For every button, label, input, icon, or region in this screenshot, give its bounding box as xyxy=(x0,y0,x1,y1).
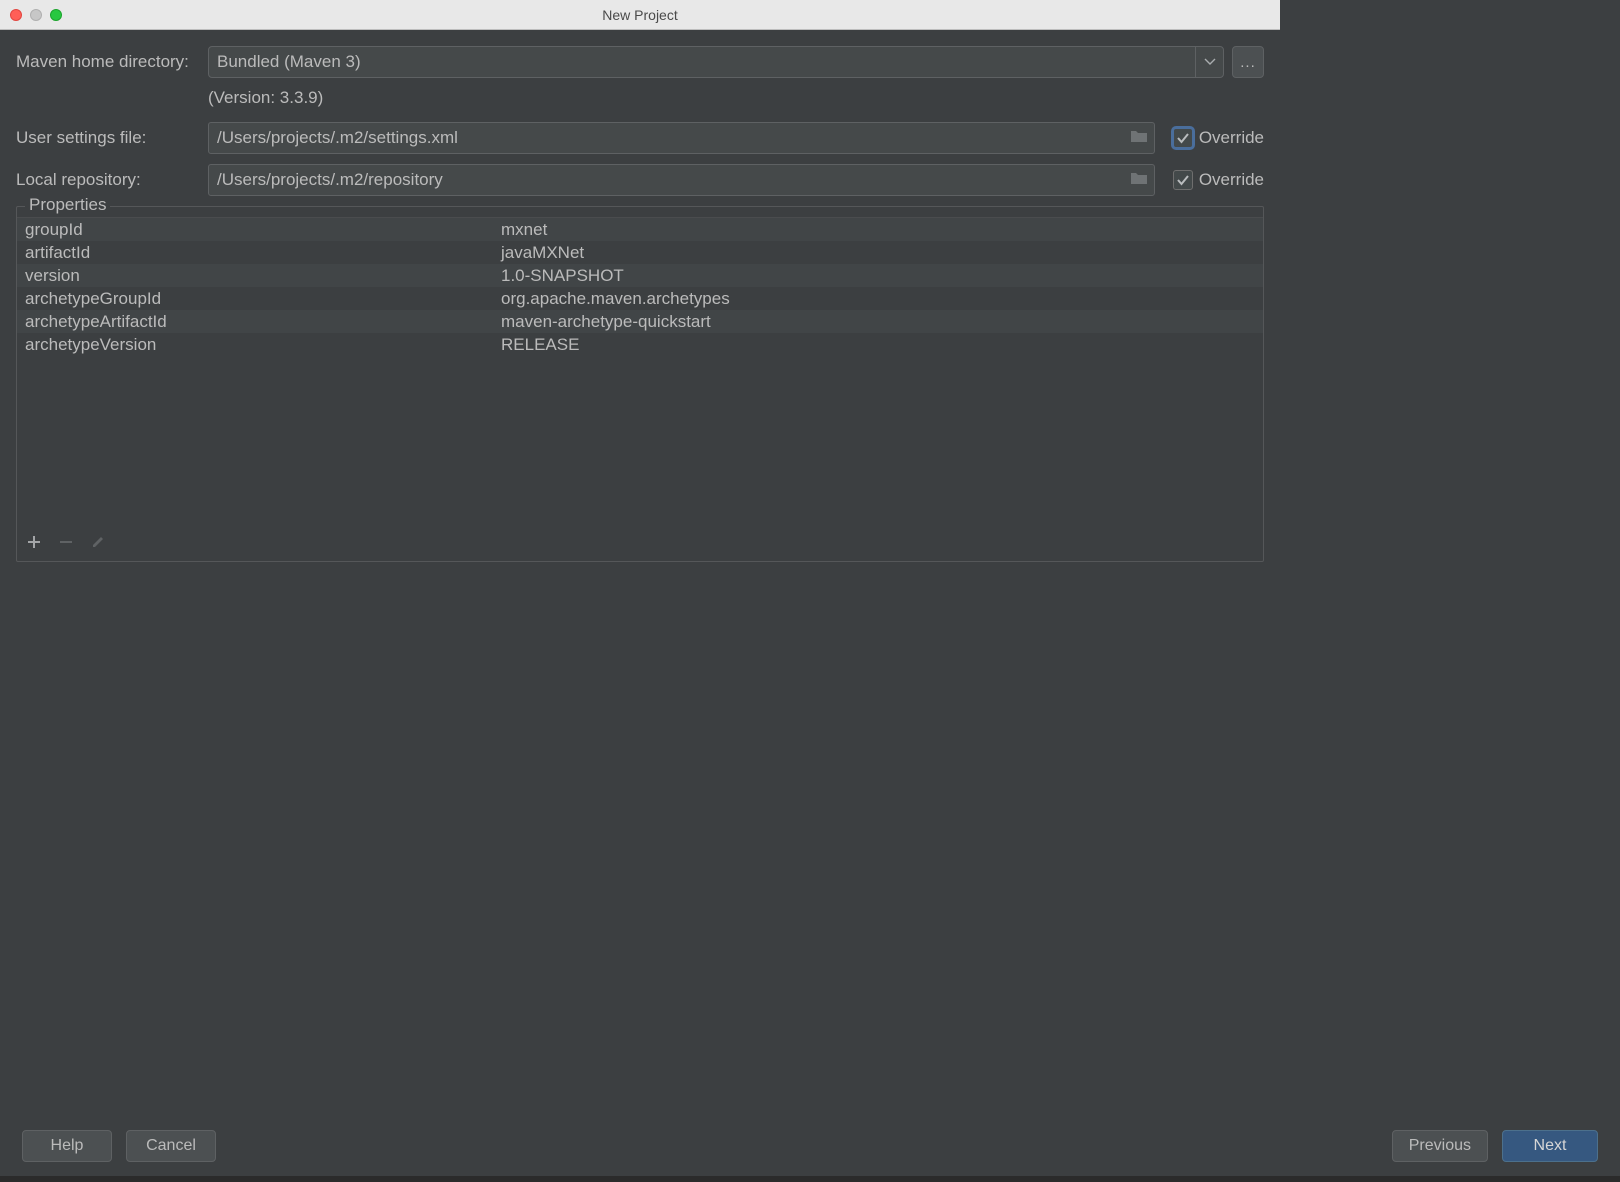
properties-toolbar xyxy=(17,527,1263,561)
bottom-strip xyxy=(0,1176,1620,1182)
local-repo-label: Local repository: xyxy=(16,170,208,190)
properties-group: Properties groupIdmxnetartifactIdjavaMXN… xyxy=(16,206,1264,562)
local-repo-override-label: Override xyxy=(1199,170,1264,190)
content-area: Maven home directory: Bundled (Maven 3) … xyxy=(0,30,1280,562)
properties-table[interactable]: groupIdmxnetartifactIdjavaMXNetversion1.… xyxy=(17,217,1263,527)
table-row[interactable]: archetypeArtifactIdmaven-archetype-quick… xyxy=(17,310,1263,333)
property-key: groupId xyxy=(17,220,497,240)
maven-home-browse-button[interactable]: ... xyxy=(1232,46,1264,78)
local-repo-input[interactable]: /Users/projects/.m2/repository xyxy=(208,164,1155,196)
table-row[interactable]: archetypeVersionRELEASE xyxy=(17,333,1263,356)
user-settings-value: /Users/projects/.m2/settings.xml xyxy=(217,128,458,148)
maven-home-combo[interactable]: Bundled (Maven 3) xyxy=(208,46,1224,78)
folder-icon[interactable] xyxy=(1130,128,1148,148)
property-key: artifactId xyxy=(17,243,497,263)
local-repo-value: /Users/projects/.m2/repository xyxy=(217,170,443,190)
property-value: org.apache.maven.archetypes xyxy=(497,289,1263,309)
properties-legend: Properties xyxy=(25,195,110,215)
add-icon[interactable] xyxy=(27,534,41,554)
property-value: mxnet xyxy=(497,220,1263,240)
property-value: javaMXNet xyxy=(497,243,1263,263)
footer: Help Cancel Previous Next xyxy=(0,1120,1620,1182)
user-settings-label: User settings file: xyxy=(16,128,208,148)
maven-home-row: Maven home directory: Bundled (Maven 3) … xyxy=(16,46,1264,78)
next-button[interactable]: Next xyxy=(1502,1130,1598,1162)
table-row[interactable]: artifactIdjavaMXNet xyxy=(17,241,1263,264)
maven-version-note: (Version: 3.3.9) xyxy=(208,88,1264,108)
folder-icon[interactable] xyxy=(1130,170,1148,190)
user-settings-override-group: Override xyxy=(1173,128,1264,148)
local-repo-override-checkbox[interactable] xyxy=(1173,170,1193,190)
maven-home-value: Bundled (Maven 3) xyxy=(217,52,361,72)
remove-icon[interactable] xyxy=(59,534,73,554)
edit-icon[interactable] xyxy=(91,534,105,554)
user-settings-override-label: Override xyxy=(1199,128,1264,148)
local-repo-row: Local repository: /Users/projects/.m2/re… xyxy=(16,164,1264,196)
table-row[interactable]: groupIdmxnet xyxy=(17,218,1263,241)
property-value: RELEASE xyxy=(497,335,1263,355)
maven-home-label: Maven home directory: xyxy=(16,52,208,72)
ellipsis-icon: ... xyxy=(1240,54,1256,71)
property-key: archetypeVersion xyxy=(17,335,497,355)
user-settings-override-checkbox[interactable] xyxy=(1173,128,1193,148)
cancel-button[interactable]: Cancel xyxy=(126,1130,216,1162)
help-button[interactable]: Help xyxy=(22,1130,112,1162)
titlebar: New Project xyxy=(0,0,1280,30)
property-key: archetypeArtifactId xyxy=(17,312,497,332)
previous-button[interactable]: Previous xyxy=(1392,1130,1488,1162)
user-settings-row: User settings file: /Users/projects/.m2/… xyxy=(16,122,1264,154)
chevron-down-icon[interactable] xyxy=(1195,47,1223,77)
local-repo-override-group: Override xyxy=(1173,170,1264,190)
window-title: New Project xyxy=(0,7,1280,23)
property-value: 1.0-SNAPSHOT xyxy=(497,266,1263,286)
table-row[interactable]: archetypeGroupIdorg.apache.maven.archety… xyxy=(17,287,1263,310)
property-value: maven-archetype-quickstart xyxy=(497,312,1263,332)
user-settings-input[interactable]: /Users/projects/.m2/settings.xml xyxy=(208,122,1155,154)
property-key: archetypeGroupId xyxy=(17,289,497,309)
property-key: version xyxy=(17,266,497,286)
table-row[interactable]: version1.0-SNAPSHOT xyxy=(17,264,1263,287)
